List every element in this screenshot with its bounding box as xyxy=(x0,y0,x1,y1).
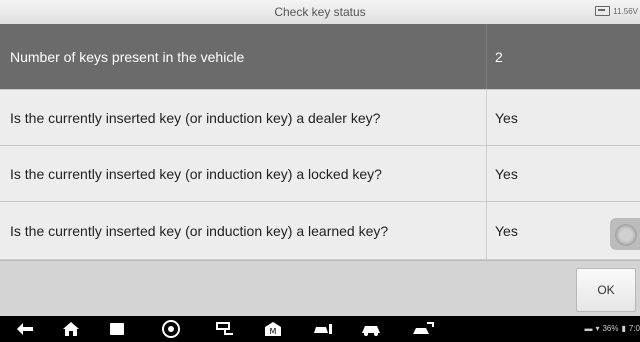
recent-apps-icon[interactable] xyxy=(106,321,128,337)
row-label: Number of keys present in the vehicle xyxy=(0,24,487,89)
row-value: Yes xyxy=(495,165,518,182)
home-icon[interactable] xyxy=(60,321,82,337)
footer-bar: OK xyxy=(0,260,640,317)
battery-icon: ▮ xyxy=(621,324,626,333)
table-row: Is the currently inserted key (or induct… xyxy=(0,146,640,202)
row-value: Yes xyxy=(495,109,518,126)
row-label: Is the currently inserted key (or induct… xyxy=(0,202,487,259)
voltage-text: 11.56V xyxy=(613,6,638,16)
battery-icon xyxy=(595,6,611,16)
window-title: Check key status xyxy=(274,5,366,19)
floating-assistive-button[interactable] xyxy=(610,218,640,250)
maxisys-icon[interactable]: M xyxy=(262,321,284,337)
vci-connection-icon[interactable] xyxy=(214,321,236,337)
svg-text:M: M xyxy=(270,327,277,336)
chrome-icon[interactable] xyxy=(160,320,182,338)
back-icon[interactable] xyxy=(14,321,36,337)
row-label: Is the currently inserted key (or induct… xyxy=(0,146,487,201)
status-area: ▬ ▾ 36% ▮ 7:0 xyxy=(584,324,640,333)
table-row: Is the currently inserted key (or induct… xyxy=(0,90,640,146)
system-navbar: M ▬ ▾ 36% ▮ 7:0 xyxy=(0,316,640,342)
table-row: Is the currently inserted key (or induct… xyxy=(0,202,640,260)
title-bar: Check key status 11.56V xyxy=(0,0,640,25)
chat-icon: ▬ xyxy=(584,324,593,333)
ok-button[interactable]: OK xyxy=(576,268,636,312)
vehicle-voltage: 11.56V xyxy=(595,6,638,16)
car-service-icon[interactable] xyxy=(312,321,334,337)
table-row: Number of keys present in the vehicle 2 xyxy=(0,24,640,90)
row-label: Is the currently inserted key (or induct… xyxy=(0,90,487,145)
battery-percent: 36% xyxy=(602,324,619,333)
car-icon[interactable] xyxy=(360,321,382,337)
row-value: 2 xyxy=(495,48,503,65)
clock: 7:0 xyxy=(628,324,640,333)
wifi-icon: ▾ xyxy=(595,324,600,333)
car-diagnostics-icon[interactable] xyxy=(412,321,434,337)
